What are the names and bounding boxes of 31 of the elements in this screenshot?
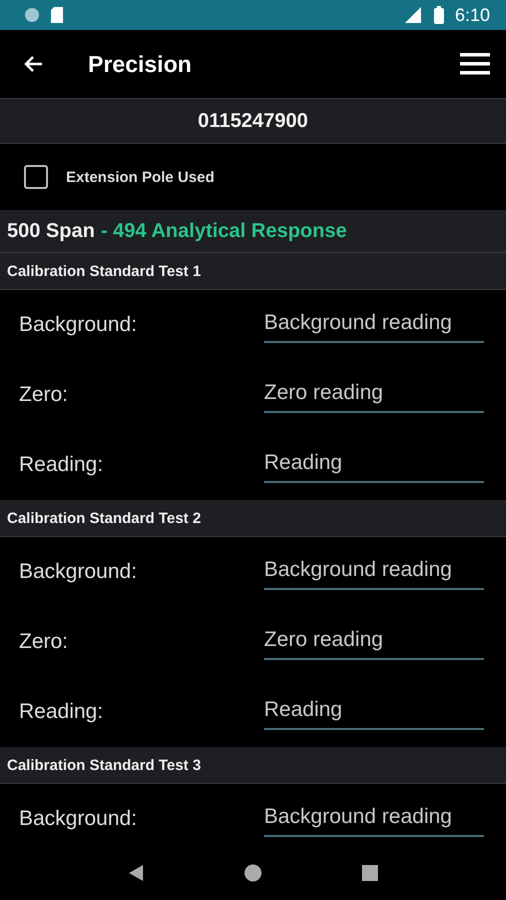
- notification-dot-icon: [24, 7, 40, 23]
- recents-icon[interactable]: [362, 864, 378, 880]
- serial-number: 0115247900: [0, 98, 506, 144]
- input-field[interactable]: Background reading: [264, 554, 484, 590]
- input-field[interactable]: Background reading: [264, 801, 484, 837]
- section-header: Calibration Standard Test 2: [0, 500, 506, 537]
- span-value: 500 Span: [7, 220, 95, 242]
- input-field[interactable]: Background reading: [264, 307, 484, 343]
- field-label: Reading:: [19, 453, 104, 477]
- status-time: 6:10: [454, 4, 490, 26]
- menu-icon[interactable]: [460, 53, 490, 75]
- input-field[interactable]: Zero reading: [264, 624, 484, 660]
- field-label: Reading:: [19, 700, 104, 724]
- section-header: Calibration Standard Test 1: [0, 253, 506, 290]
- analytical-response: - 494 Analytical Response: [100, 220, 347, 242]
- input-field[interactable]: Reading: [264, 694, 484, 730]
- input-field[interactable]: Zero reading: [264, 377, 484, 413]
- checkbox-label: Extension Pole Used: [66, 168, 214, 186]
- home-icon[interactable]: [244, 864, 262, 882]
- field-label: Background:: [19, 807, 138, 831]
- section-header: Calibration Standard Test 3: [0, 747, 506, 784]
- field-label: Zero:: [19, 630, 70, 654]
- screen-title: Precision: [88, 50, 193, 78]
- field-label: Background:: [19, 313, 138, 337]
- input-field[interactable]: Reading: [264, 447, 484, 483]
- back-nav-icon[interactable]: [128, 864, 144, 882]
- field-label: Background:: [19, 560, 138, 584]
- battery-icon: [432, 5, 445, 25]
- field-label: Zero:: [19, 383, 70, 407]
- sd-card-icon: [50, 6, 64, 24]
- checkbox[interactable]: [24, 165, 48, 189]
